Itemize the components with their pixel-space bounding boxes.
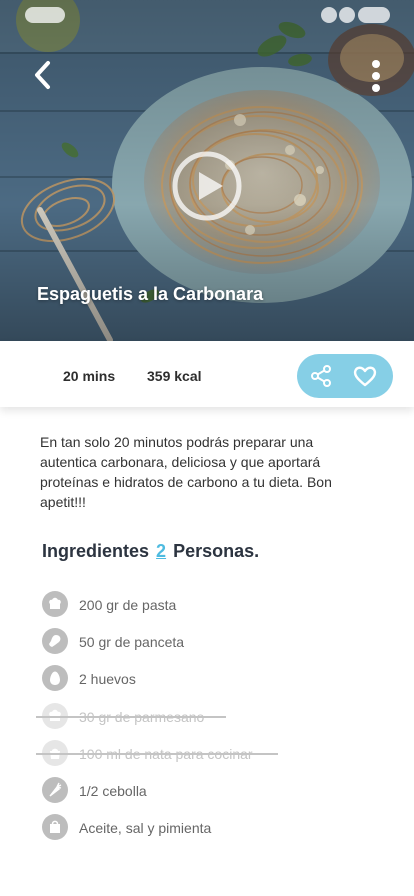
ingredient-item[interactable]: 50 gr de panceta	[42, 627, 382, 664]
ingredient-label: 200 gr de pasta	[79, 597, 177, 613]
heart-icon	[353, 366, 377, 387]
ingredient-item[interactable]: 100 ml de nata para cocinar	[36, 739, 382, 776]
ingredient-item[interactable]: 30 gr de parmesano	[36, 702, 382, 739]
chevron-left-icon	[35, 61, 50, 89]
strikethrough-line	[36, 715, 226, 718]
ingredient-label: 1/2 cebolla	[79, 782, 147, 799]
more-options-button[interactable]	[364, 58, 388, 94]
battery-icon	[358, 7, 390, 23]
recipe-actions	[297, 354, 393, 398]
meat-icon	[42, 628, 68, 655]
recipe-title: Espaguetis a la Carbonara	[37, 284, 264, 304]
play-icon	[172, 151, 242, 221]
ingredient-item[interactable]: 2 huevos	[42, 664, 382, 701]
ingredient-label: Aceite, sal y pimienta	[79, 820, 212, 837]
shopping-bag-icon	[42, 814, 68, 841]
vegetable-icon	[42, 776, 68, 803]
status-bar	[0, 0, 414, 30]
ingredients-heading-label: Ingredientes	[42, 541, 150, 561]
ingredients-heading-suffix: Personas.	[173, 541, 260, 561]
ingredient-item[interactable]: Aceite, sal y pimienta	[42, 813, 382, 850]
recipe-description: En tan solo 20 minutos podrás preparar u…	[40, 434, 332, 510]
share-icon	[311, 365, 331, 387]
calories: 359 kcal	[147, 368, 202, 384]
ingredient-item[interactable]: 1/2 cebolla	[42, 776, 382, 813]
favorite-button[interactable]	[352, 363, 378, 389]
more-vertical-icon	[372, 60, 380, 92]
egg-icon	[42, 665, 68, 692]
share-button[interactable]	[309, 364, 333, 388]
ingredient-label: 50 gr de panceta	[79, 634, 185, 651]
recipe-hero-image: Espaguetis a la Carbonara	[0, 0, 414, 341]
recipe-info-bar: 20 mins 359 kcal	[0, 341, 414, 407]
ingredient-list: 200 gr de pasta 50 gr de panceta 2 huevo…	[36, 590, 382, 850]
servings-selector[interactable]: 2	[154, 541, 168, 561]
play-video-button[interactable]	[171, 150, 243, 222]
back-button[interactable]	[28, 58, 62, 92]
prep-time: 20 mins	[63, 368, 116, 384]
ingredients-heading: Ingredientes 2 Personas.	[42, 541, 259, 562]
chef-hat-icon	[42, 591, 68, 617]
ingredient-label: 2 huevos	[79, 671, 136, 688]
signal-icon	[321, 7, 337, 23]
status-time-placeholder	[25, 7, 65, 23]
strikethrough-line	[36, 752, 278, 755]
ingredient-item[interactable]: 200 gr de pasta	[42, 590, 382, 627]
wifi-icon	[339, 7, 355, 23]
